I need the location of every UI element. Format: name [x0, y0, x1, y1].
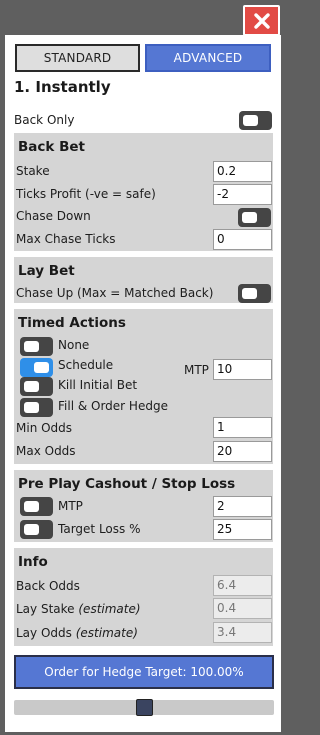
- chase-up-toggle[interactable]: [238, 284, 271, 303]
- lay-stake-estimate-note: (estimate): [78, 602, 141, 616]
- lay-bet-section: Lay Bet Chase Up (Max = Matched Back): [14, 257, 273, 303]
- lay-odds-estimate-note: (estimate): [75, 626, 138, 640]
- lay-stake-label-text: Lay Stake: [16, 602, 75, 616]
- hedge-slider[interactable]: [14, 699, 274, 716]
- ticks-profit-input[interactable]: -2: [213, 184, 272, 205]
- schedule-label: Schedule: [58, 358, 114, 372]
- chase-down-label: Chase Down: [16, 209, 91, 223]
- lay-odds-value: 3.4: [213, 622, 272, 643]
- cashout-mtp-label: MTP: [58, 499, 83, 513]
- stake-label: Stake: [16, 164, 50, 178]
- kill-initial-bet-label: Kill Initial Bet: [58, 378, 138, 392]
- lay-stake-value: 0.4: [213, 598, 272, 619]
- back-only-toggle[interactable]: [239, 111, 272, 130]
- min-odds-label: Min Odds: [16, 421, 73, 435]
- info-title: Info: [18, 554, 48, 570]
- back-bet-section: Back Bet Stake 0.2 Ticks Profit (-ve = s…: [14, 133, 273, 251]
- lay-stake-label: Lay Stake (estimate): [16, 602, 141, 616]
- timed-actions-title: Timed Actions: [18, 315, 126, 331]
- schedule-mtp-input[interactable]: 10: [213, 359, 272, 380]
- standard-mode-button[interactable]: STANDARD: [15, 44, 140, 72]
- order-hedge-button[interactable]: Order for Hedge Target: 100.00%: [14, 655, 274, 689]
- kill-initial-bet-toggle[interactable]: [20, 377, 53, 396]
- strategy-heading: 1. Instantly: [14, 78, 111, 96]
- target-loss-toggle[interactable]: [20, 520, 53, 539]
- close-button[interactable]: [243, 5, 280, 36]
- schedule-mtp-label: MTP: [184, 363, 209, 377]
- advanced-settings-panel: STANDARD ADVANCED 1. Instantly Back Only…: [5, 35, 281, 732]
- back-bet-title: Back Bet: [18, 139, 85, 155]
- min-odds-input[interactable]: 1: [213, 417, 272, 438]
- timed-actions-section: Timed Actions None Schedule MTP 10 Kill …: [14, 309, 273, 464]
- ticks-profit-label: Ticks Profit (-ve = safe): [16, 187, 156, 201]
- target-loss-label: Target Loss %: [58, 522, 141, 536]
- chase-down-toggle[interactable]: [238, 208, 271, 227]
- cashout-section: Pre Play Cashout / Stop Loss MTP 2 Targe…: [14, 470, 273, 542]
- back-odds-value: 6.4: [213, 575, 272, 596]
- none-label: None: [58, 338, 90, 352]
- chase-up-label: Chase Up (Max = Matched Back): [16, 286, 214, 300]
- max-chase-ticks-label: Max Chase Ticks: [16, 232, 116, 246]
- lay-odds-label-text: Lay Odds: [16, 626, 72, 640]
- lay-bet-title: Lay Bet: [18, 263, 75, 279]
- stake-input[interactable]: 0.2: [213, 161, 272, 182]
- info-section: Info Back Odds 6.4 Lay Stake (estimate) …: [14, 548, 273, 646]
- target-loss-input[interactable]: 25: [213, 519, 272, 540]
- cashout-title: Pre Play Cashout / Stop Loss: [18, 476, 236, 492]
- cashout-mtp-toggle[interactable]: [20, 497, 53, 516]
- back-odds-label: Back Odds: [16, 579, 80, 593]
- close-x-icon: [253, 12, 270, 29]
- lay-odds-label: Lay Odds (estimate): [16, 626, 138, 640]
- fill-order-hedge-toggle[interactable]: [20, 398, 53, 417]
- advanced-mode-button[interactable]: ADVANCED: [145, 44, 271, 72]
- back-only-label: Back Only: [14, 113, 75, 127]
- max-odds-input[interactable]: 20: [213, 441, 272, 462]
- fill-order-hedge-label: Fill & Order Hedge: [58, 399, 168, 413]
- hedge-slider-thumb[interactable]: [136, 699, 153, 716]
- none-toggle[interactable]: [20, 337, 53, 356]
- max-odds-label: Max Odds: [16, 444, 76, 458]
- schedule-toggle[interactable]: [20, 358, 53, 377]
- cashout-mtp-input[interactable]: 2: [213, 496, 272, 517]
- max-chase-ticks-input[interactable]: 0: [213, 229, 272, 250]
